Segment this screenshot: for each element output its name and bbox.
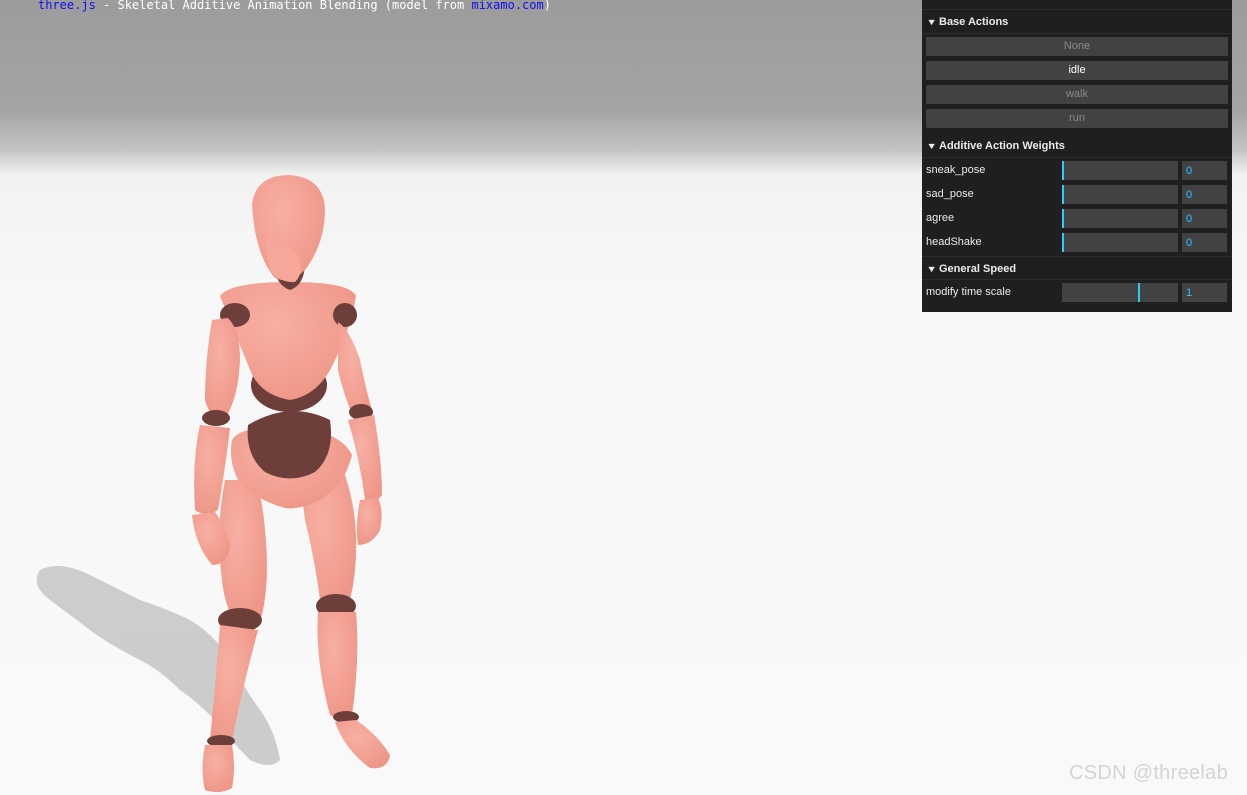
chevron-down-icon: ▼ bbox=[926, 264, 937, 274]
general-speed-body: modify time scale 1 bbox=[922, 280, 1232, 305]
time-scale-label: modify time scale bbox=[926, 286, 1011, 298]
action-button-walk[interactable]: walk bbox=[926, 85, 1228, 104]
weight-number-input[interactable]: 0 bbox=[1182, 208, 1227, 228]
weight-slider[interactable] bbox=[1062, 208, 1178, 228]
action-button-run[interactable]: run bbox=[926, 109, 1228, 128]
additive-weights-folder: ▼ Additive Action Weights sneak_pose 0 sa… bbox=[922, 134, 1232, 256]
general-speed-folder: ▼ General Speed modify time scale 1 bbox=[922, 256, 1232, 305]
time-scale-row: modify time scale 1 bbox=[926, 280, 1228, 304]
additive-weights-body: sneak_pose 0 sad_pose 0 agree 0 headShak… bbox=[922, 158, 1232, 256]
base-actions-body: None idle walk run bbox=[922, 34, 1232, 134]
time-scale-slider[interactable] bbox=[1062, 282, 1178, 302]
slider-fill bbox=[1062, 208, 1064, 228]
weight-number-input[interactable]: 0 bbox=[1182, 232, 1227, 252]
additive-weights-title: Additive Action Weights bbox=[939, 140, 1065, 152]
weight-number-input[interactable]: 0 bbox=[1182, 160, 1227, 180]
character-model bbox=[192, 175, 390, 793]
info-close-paren: ) bbox=[543, 0, 551, 12]
action-button-none[interactable]: None bbox=[926, 37, 1228, 56]
slider-fill bbox=[1062, 184, 1064, 204]
slider-fill bbox=[1062, 282, 1140, 302]
chevron-down-icon: ▼ bbox=[926, 141, 937, 151]
base-actions-folder-title[interactable]: ▼ Base Actions bbox=[922, 10, 1232, 34]
base-actions-folder: ▼ Base Actions None idle walk run bbox=[922, 10, 1232, 134]
slider-fill bbox=[1062, 232, 1064, 252]
general-speed-folder-title[interactable]: ▼ General Speed bbox=[922, 256, 1232, 280]
gui-panel: ▼ Base Actions None idle walk run ▼ Additi… bbox=[922, 0, 1232, 312]
weight-row-sneak-pose: sneak_pose 0 bbox=[926, 158, 1228, 182]
weight-label: sneak_pose bbox=[926, 164, 986, 176]
weight-row-sad-pose: sad_pose 0 bbox=[926, 182, 1228, 206]
weight-row-headshake: headShake 0 bbox=[926, 230, 1228, 254]
action-button-idle[interactable]: idle bbox=[926, 61, 1228, 80]
chevron-down-icon: ▼ bbox=[926, 17, 937, 27]
weight-label: headShake bbox=[926, 236, 982, 248]
weight-label: agree bbox=[926, 212, 955, 224]
threejs-link[interactable]: three.js bbox=[38, 0, 96, 12]
weight-row-agree: agree 0 bbox=[926, 206, 1228, 230]
additive-weights-folder-title[interactable]: ▼ Additive Action Weights bbox=[922, 134, 1232, 158]
time-scale-number-input[interactable]: 1 bbox=[1182, 282, 1227, 302]
mixamo-link[interactable]: mixamo.com bbox=[471, 0, 543, 12]
info-description: - Skeletal Additive Animation Blending (… bbox=[95, 0, 472, 12]
weight-slider[interactable] bbox=[1062, 232, 1178, 252]
base-actions-title: Base Actions bbox=[939, 16, 1009, 28]
weight-label: sad_pose bbox=[926, 188, 974, 200]
weight-slider[interactable] bbox=[1062, 184, 1178, 204]
gui-top-strip bbox=[922, 0, 1232, 10]
watermark: CSDN @threelab bbox=[1069, 762, 1229, 784]
weight-number-input[interactable]: 0 bbox=[1182, 184, 1227, 204]
info-banner: three.js - Skeletal Additive Animation B… bbox=[0, 0, 915, 12]
general-speed-title: General Speed bbox=[939, 263, 1017, 275]
weight-slider[interactable] bbox=[1062, 160, 1178, 180]
slider-fill bbox=[1062, 160, 1064, 180]
